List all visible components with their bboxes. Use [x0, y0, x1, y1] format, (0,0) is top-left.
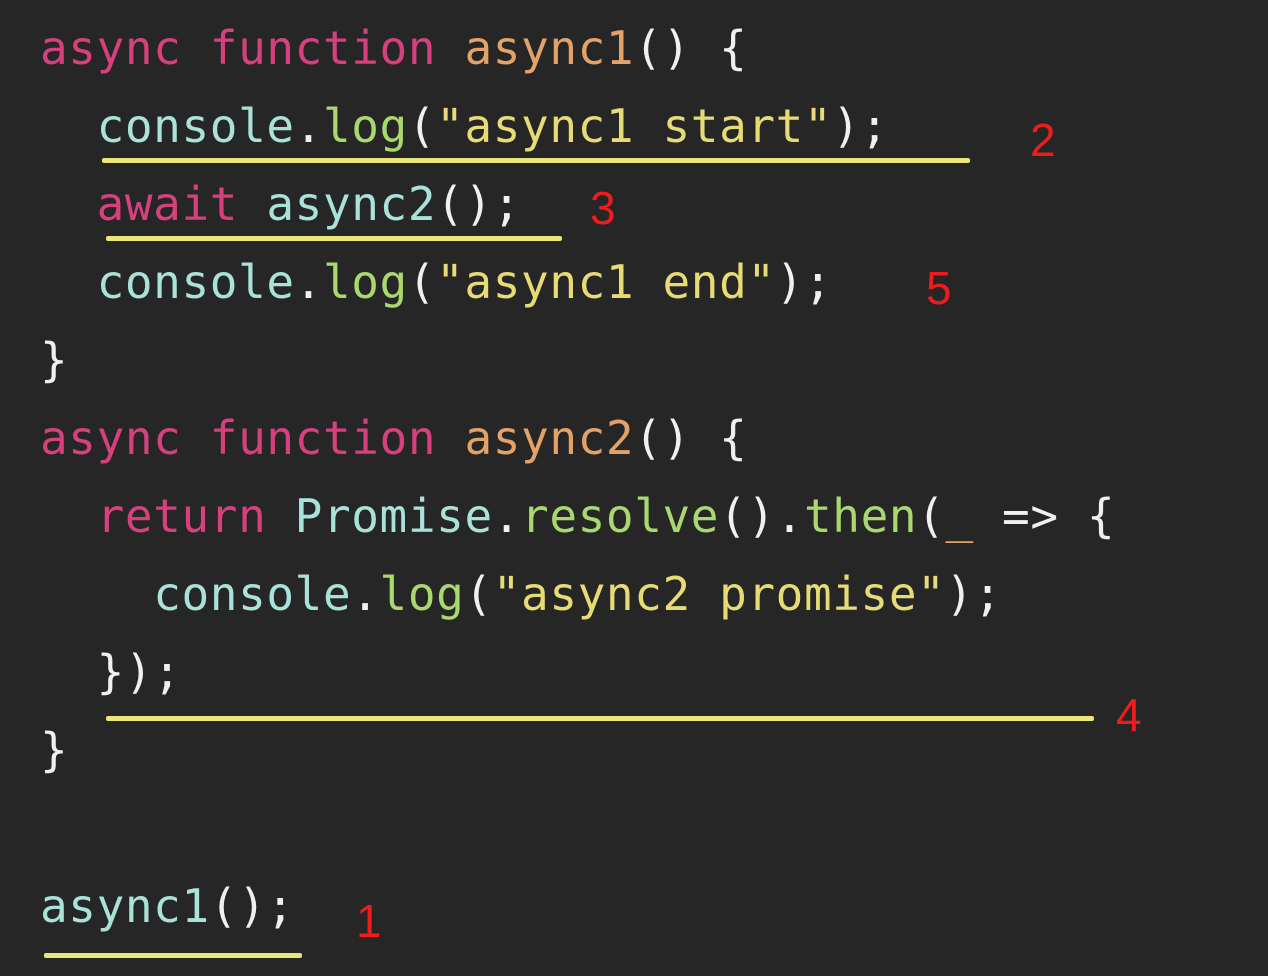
step-annotation: 5 — [926, 262, 952, 314]
punctuation-token: () { — [634, 21, 748, 75]
function-name-token: async2 — [464, 411, 635, 465]
punctuation-token: ( — [407, 255, 437, 309]
code-line: }); — [40, 642, 181, 702]
punctuation-token: . — [492, 489, 522, 543]
function-name-token: _ — [945, 489, 974, 543]
identifier-token: Promise — [294, 489, 493, 543]
keyword-token: async — [40, 411, 182, 465]
punctuation-token: . — [351, 567, 380, 621]
punctuation-token: => { — [973, 489, 1116, 543]
punctuation-token: ( — [407, 99, 437, 153]
underline-await-async2 — [106, 236, 562, 241]
punctuation-token: } — [40, 333, 69, 387]
code-line: } — [40, 330, 68, 390]
punctuation-token: ); — [775, 255, 833, 309]
keyword-token: await — [96, 177, 239, 231]
punctuation-token: ( — [464, 567, 493, 621]
underline-async1-start — [102, 158, 970, 163]
method-token: log — [322, 99, 408, 153]
punctuation-token: }); — [96, 645, 182, 699]
identifier-token: console — [96, 255, 295, 309]
punctuation-token: () { — [634, 411, 748, 465]
string-token: "async2 promise" — [492, 567, 946, 621]
keyword-token: return — [96, 489, 267, 543]
code-line: } — [40, 720, 68, 780]
string-token: "async1 end" — [436, 255, 776, 309]
punctuation-token: ); — [832, 99, 889, 153]
code-line: console.log("async1 end"); — [40, 252, 832, 312]
keyword-token: function — [209, 21, 437, 75]
underline-async2-body — [106, 716, 1094, 721]
identifier-token: async1 — [40, 879, 210, 933]
punctuation-token: . — [294, 255, 323, 309]
punctuation-token: (). — [719, 489, 804, 543]
underline-async1-call — [44, 953, 302, 958]
code-line: console.log("async2 promise"); — [40, 564, 1002, 624]
identifier-token: console — [96, 99, 295, 153]
method-token: resolve — [521, 489, 720, 543]
code-line: async1(); — [40, 876, 295, 936]
punctuation-token: (); — [436, 177, 522, 231]
code-line: return Promise.resolve().then(_ => { — [40, 486, 1115, 546]
code-line: console.log("async1 start"); — [40, 96, 889, 156]
step-annotation: 1 — [356, 895, 382, 947]
method-token: log — [379, 567, 465, 621]
identifier-token: async2 — [266, 177, 437, 231]
code-screenshot: async function async1() { console.log("a… — [0, 0, 1268, 976]
string-token: "async1 start" — [436, 99, 833, 153]
punctuation-token: . — [294, 99, 323, 153]
punctuation-token: ( — [917, 489, 946, 543]
punctuation-token: } — [40, 723, 69, 777]
keyword-token: function — [209, 411, 437, 465]
step-annotation: 3 — [590, 182, 616, 234]
step-annotation: 4 — [1116, 689, 1142, 741]
keyword-token: async — [40, 21, 182, 75]
punctuation-token: (); — [209, 879, 295, 933]
identifier-token: console — [153, 567, 352, 621]
code-line: async function async2() { — [40, 408, 747, 468]
method-token: then — [803, 489, 918, 543]
method-token: log — [322, 255, 408, 309]
code-line: await async2(); — [40, 174, 521, 234]
code-line: async function async1() { — [40, 18, 747, 78]
step-annotation: 2 — [1030, 114, 1056, 166]
function-name-token: async1 — [464, 21, 635, 75]
punctuation-token: ); — [945, 567, 1003, 621]
